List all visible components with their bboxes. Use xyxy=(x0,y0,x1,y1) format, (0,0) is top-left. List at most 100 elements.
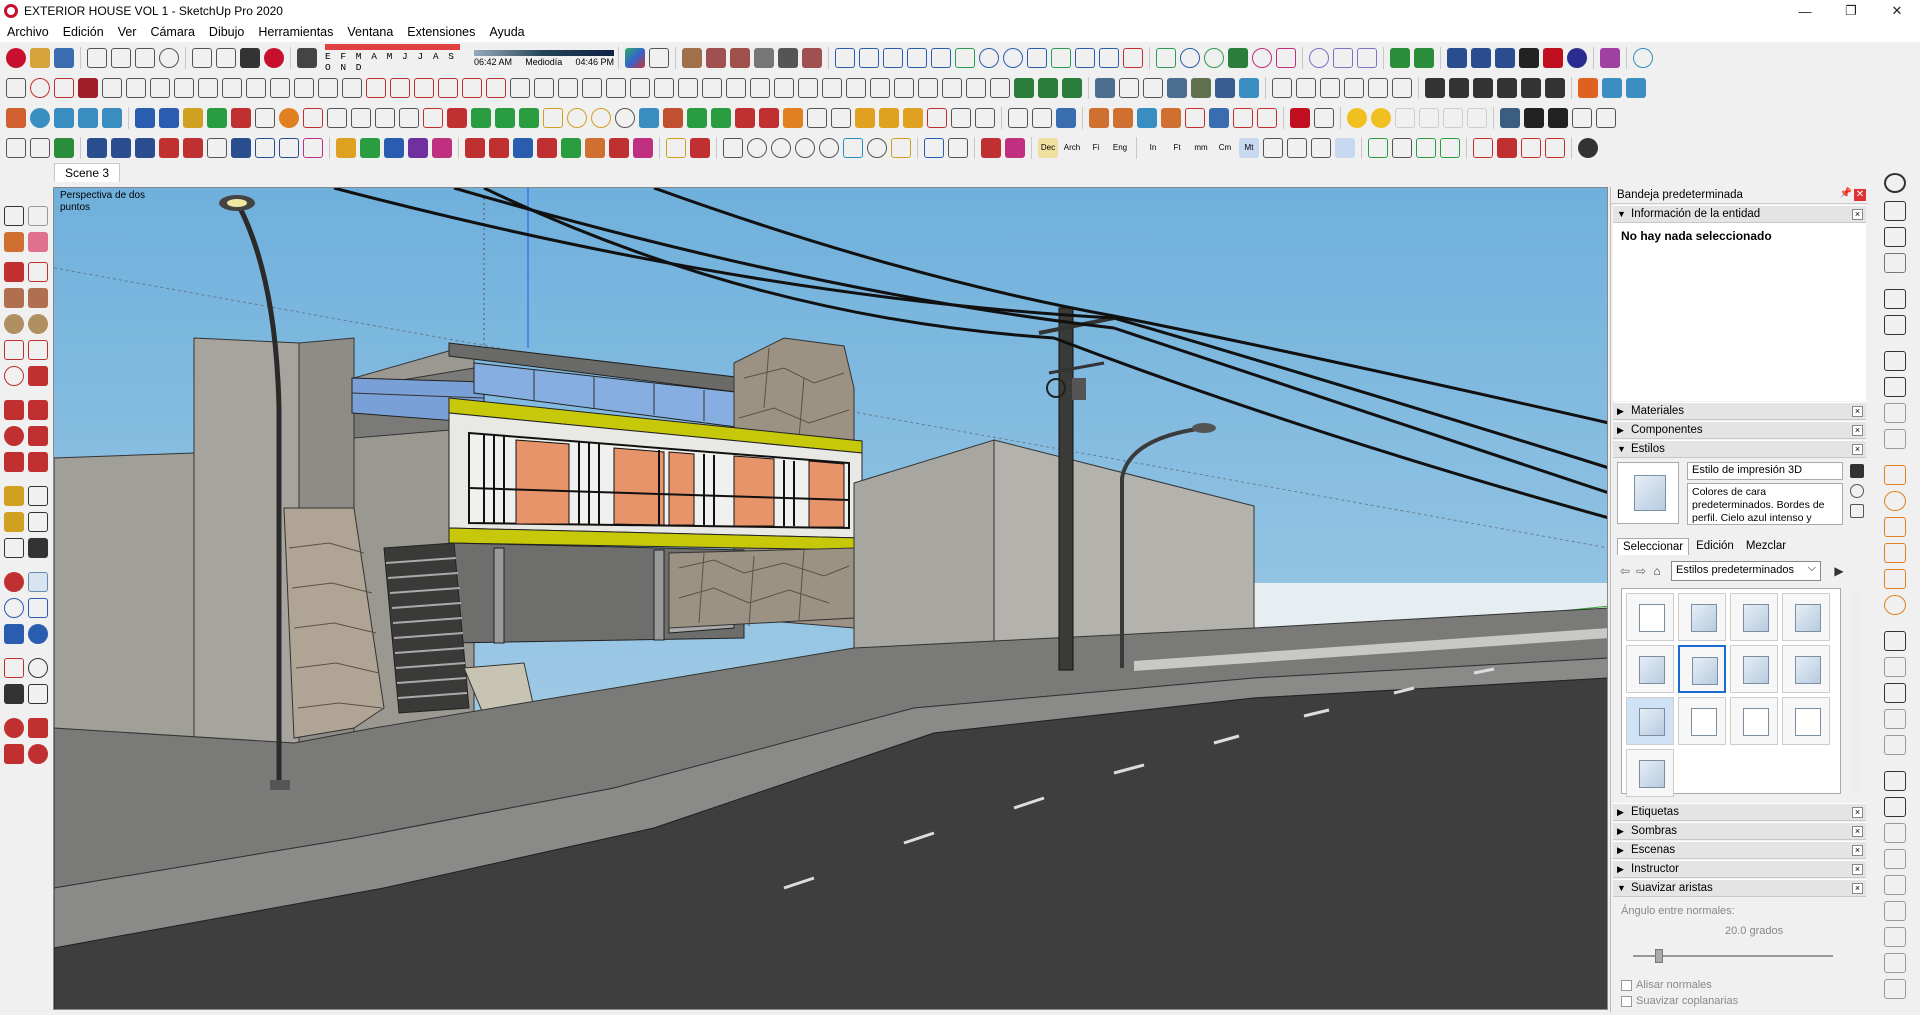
menu-extensiones[interactable]: Extensiones xyxy=(400,25,482,39)
box-outline-icon[interactable] xyxy=(102,78,122,98)
geo-location-icon[interactable] xyxy=(54,108,74,128)
extrude-tool-icon[interactable] xyxy=(342,78,362,98)
shape-outline-3-icon[interactable] xyxy=(771,138,791,158)
component-icon[interactable] xyxy=(1884,797,1906,817)
erase-icon[interactable] xyxy=(159,48,179,68)
arc-tool-2-icon[interactable] xyxy=(1027,48,1047,68)
wall-tool-icon[interactable] xyxy=(802,48,822,68)
dots-tool-icon[interactable] xyxy=(423,108,443,128)
panel-components[interactable]: ▶ Componentes × xyxy=(1613,421,1866,439)
curve-tool-2-icon[interactable] xyxy=(859,48,879,68)
style-thumb-12[interactable] xyxy=(1782,697,1830,745)
cut-corner-icon[interactable] xyxy=(486,78,506,98)
matrix-icon[interactable] xyxy=(975,108,995,128)
cube-icon-5[interactable] xyxy=(1884,979,1906,999)
style-thumb-9[interactable] xyxy=(1626,697,1674,745)
look-around-icon[interactable] xyxy=(28,658,48,678)
column-tool-icon[interactable] xyxy=(966,78,986,98)
face-style-2-icon[interactable] xyxy=(1119,78,1139,98)
scissors-icon[interactable] xyxy=(1185,108,1205,128)
push-red-icon[interactable] xyxy=(465,138,485,158)
unit-check-icon[interactable] xyxy=(1335,138,1355,158)
maximize-button[interactable]: ❐ xyxy=(1828,0,1874,22)
diamond-blue-1-icon[interactable] xyxy=(135,108,155,128)
forward-arrow-icon[interactable]: ⇨ xyxy=(1633,564,1649,578)
style-thumb-7[interactable] xyxy=(1730,645,1778,693)
back-arrow-icon[interactable]: ⇦ xyxy=(1617,564,1633,578)
sandbox-2-icon[interactable] xyxy=(28,718,48,738)
play-small-icon[interactable] xyxy=(1524,108,1544,128)
hand-icon[interactable] xyxy=(1884,227,1906,247)
undo-blue-icon[interactable] xyxy=(255,138,275,158)
freehand-tool-icon[interactable] xyxy=(1051,48,1071,68)
weld-tool-icon[interactable] xyxy=(1228,48,1248,68)
panel-materials[interactable]: ▶ Materiales × xyxy=(1613,402,1866,420)
cloud-icon[interactable] xyxy=(1884,253,1906,273)
style-thumb-5[interactable] xyxy=(1626,645,1674,693)
flag-tool-icon[interactable] xyxy=(351,108,371,128)
panel-tags[interactable]: ▶ Etiquetas × xyxy=(1613,803,1866,821)
frame-icon[interactable] xyxy=(1884,429,1906,449)
curve-tool-4-icon[interactable] xyxy=(907,48,927,68)
position-camera-icon[interactable] xyxy=(4,658,24,678)
dimension-tool-icon[interactable] xyxy=(28,486,48,506)
flatten-tool-icon[interactable] xyxy=(678,78,698,98)
arc-2pt-icon[interactable] xyxy=(28,340,48,360)
create-style-icon[interactable] xyxy=(1850,484,1864,498)
sun-h-icon[interactable] xyxy=(1419,108,1439,128)
push-pull-icon[interactable] xyxy=(28,400,48,420)
subtract-tool-icon[interactable] xyxy=(198,78,218,98)
circle-icon[interactable] xyxy=(4,314,24,334)
car-icon[interactable] xyxy=(1884,631,1906,651)
fillet-tool-icon[interactable] xyxy=(294,78,314,98)
polygon-icon[interactable] xyxy=(28,314,48,334)
unit-in-button[interactable]: In xyxy=(1143,138,1163,158)
style-thumb-13[interactable] xyxy=(1626,749,1674,797)
redo-blue-icon[interactable] xyxy=(279,138,299,158)
pencil-red-icon[interactable] xyxy=(690,138,710,158)
bevel-tool-icon[interactable] xyxy=(462,78,482,98)
push-orange-icon[interactable] xyxy=(1884,465,1906,485)
house-blue-icon[interactable] xyxy=(384,138,404,158)
diamond-red-outline-icon[interactable] xyxy=(1473,138,1493,158)
shield-icon[interactable] xyxy=(6,138,26,158)
snap-icon[interactable] xyxy=(1233,108,1253,128)
left-view-icon[interactable] xyxy=(1392,78,1412,98)
house-tool-icon[interactable] xyxy=(1600,48,1620,68)
panel-shadows[interactable]: ▶ Sombras × xyxy=(1613,822,1866,840)
style-collection-select[interactable]: Estilos predeterminados xyxy=(1671,561,1821,581)
follow-tool-icon[interactable] xyxy=(54,78,74,98)
pan-icon[interactable] xyxy=(28,572,48,592)
split-tool-icon[interactable] xyxy=(150,78,170,98)
paste-icon[interactable] xyxy=(135,48,155,68)
arrow-2-icon[interactable] xyxy=(1467,108,1487,128)
terrain-icon-1[interactable] xyxy=(1014,78,1034,98)
make-component-icon[interactable] xyxy=(28,206,48,226)
arrows-2-icon[interactable] xyxy=(183,138,203,158)
arc-tool-1-icon[interactable] xyxy=(955,48,975,68)
group-icon[interactable] xyxy=(1884,771,1906,791)
push-pink-icon[interactable] xyxy=(633,138,653,158)
scale-icon[interactable] xyxy=(4,452,24,472)
record-icon[interactable] xyxy=(1543,48,1563,68)
style-thumb-1[interactable] xyxy=(1626,593,1674,641)
diamond-red-icon[interactable] xyxy=(231,108,251,128)
play-icon[interactable] xyxy=(1519,48,1539,68)
grid-yellow-3-icon[interactable] xyxy=(903,108,923,128)
circles-green-icon[interactable] xyxy=(1440,138,1460,158)
dimension-icon[interactable] xyxy=(1032,108,1052,128)
shadows-toggle-icon[interactable] xyxy=(297,48,317,68)
shape-4-icon[interactable] xyxy=(1161,108,1181,128)
view-eye-icon[interactable] xyxy=(1309,48,1329,68)
face-style-6-icon[interactable] xyxy=(1215,78,1235,98)
cross-red-icon[interactable] xyxy=(447,108,467,128)
follow-me-icon[interactable] xyxy=(28,426,48,446)
house-green-icon[interactable] xyxy=(360,138,380,158)
dots-red-icon[interactable] xyxy=(927,108,947,128)
shape-outline-1-icon[interactable] xyxy=(723,138,743,158)
panel-close-icon[interactable]: × xyxy=(1852,807,1863,818)
diamond-outline-icon[interactable] xyxy=(255,108,275,128)
rotated-rectangle-icon[interactable] xyxy=(28,288,48,308)
terrain-icon-2[interactable] xyxy=(1038,78,1058,98)
cable-tool-icon[interactable] xyxy=(870,78,890,98)
